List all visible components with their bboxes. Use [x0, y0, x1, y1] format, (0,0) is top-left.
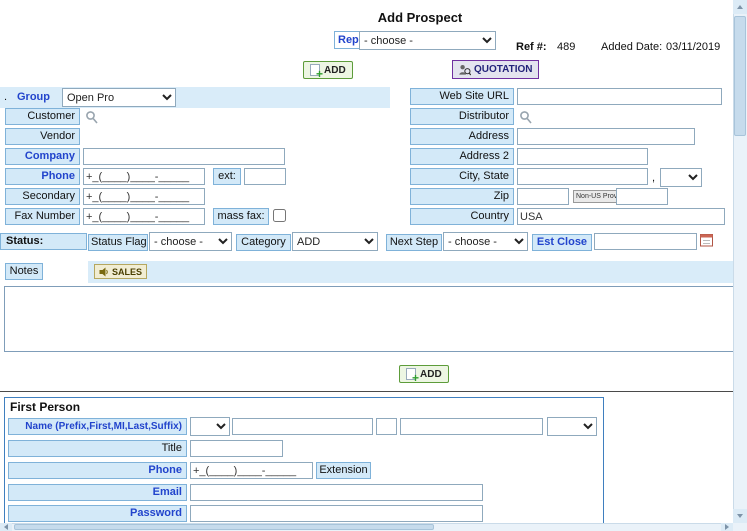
address-label: Address: [410, 128, 514, 145]
scroll-down-button[interactable]: [733, 509, 747, 523]
add-button-top-label: ADD: [324, 65, 346, 76]
extension-label: Extension: [316, 462, 371, 479]
customer-label: Customer: [5, 108, 80, 125]
group-prefix: .: [4, 91, 7, 103]
add-plus-icon: [310, 64, 320, 76]
person-title-label: Title: [8, 440, 187, 457]
ref-value: 489: [557, 41, 575, 53]
page-title: Add Prospect: [330, 10, 510, 25]
address2-input[interactable]: [517, 148, 648, 165]
fax-input[interactable]: [83, 208, 205, 225]
rep-select[interactable]: - choose -: [359, 31, 496, 50]
name-suffix-select[interactable]: [547, 417, 597, 436]
company-label: Company: [5, 148, 80, 165]
ref-label: Ref #:: [516, 41, 547, 53]
person-password-input[interactable]: [190, 505, 483, 522]
state-select[interactable]: [660, 168, 702, 187]
quotation-button-label: QUOTATION: [474, 64, 533, 75]
phone-label: Phone: [5, 168, 80, 185]
quotation-button[interactable]: QUOTATION: [452, 60, 539, 79]
mass-fax-label: mass fax:: [213, 208, 269, 225]
status-flag-label: Status Flag: [88, 234, 148, 251]
mass-fax-checkbox[interactable]: [273, 209, 286, 222]
vendor-label: Vendor: [5, 128, 80, 145]
next-step-label: Next Step: [386, 234, 442, 251]
person-title-input[interactable]: [190, 440, 283, 457]
zip-label: Zip: [410, 188, 514, 205]
section-divider: [0, 391, 747, 392]
country-label: Country: [410, 208, 514, 225]
address-input[interactable]: [517, 128, 695, 145]
add-button-middle-label: ADD: [420, 369, 442, 380]
notes-label: Notes: [5, 263, 43, 280]
scroll-right-button[interactable]: [721, 523, 733, 531]
person-email-label: Email: [8, 484, 187, 501]
city-input[interactable]: [517, 168, 648, 185]
added-date-label: Added Date:: [601, 41, 662, 53]
sales-button-label: SALES: [112, 267, 142, 277]
vertical-scrollbar-thumb[interactable]: [734, 16, 746, 136]
distributor-search-icon[interactable]: [519, 110, 532, 127]
scroll-left-icon: [4, 524, 8, 530]
person-password-label: Password: [8, 505, 187, 522]
non-us-prov-button[interactable]: Non-US Prov: [573, 190, 620, 203]
added-date-value: 03/11/2019: [666, 41, 720, 53]
scroll-left-button[interactable]: [0, 523, 12, 531]
website-url-input[interactable]: [517, 88, 722, 105]
est-close-label: Est Close: [532, 234, 592, 251]
scroll-down-icon: [737, 514, 743, 518]
person-email-input[interactable]: [190, 484, 483, 501]
speaker-icon: [99, 267, 109, 277]
group-select[interactable]: Open Pro: [62, 88, 176, 107]
first-name-input[interactable]: [232, 418, 373, 435]
middle-initial-input[interactable]: [376, 418, 397, 435]
province-input[interactable]: [616, 188, 668, 205]
add-button-top[interactable]: ADD: [303, 61, 353, 79]
distributor-label: Distributor: [410, 108, 514, 125]
ext-input[interactable]: [244, 168, 286, 185]
last-name-input[interactable]: [400, 418, 543, 435]
add-prospect-page: Add Prospect Rep - choose - Ref #: 489 A…: [0, 0, 747, 531]
status-label: Status:: [0, 233, 87, 250]
scrollbar-corner: [733, 523, 747, 531]
address2-label: Address 2: [410, 148, 514, 165]
notes-row-strip: [88, 261, 740, 283]
sales-button[interactable]: SALES: [94, 264, 147, 279]
quotation-icon: [458, 63, 471, 76]
ext-label: ext:: [213, 168, 241, 185]
secondary-input[interactable]: [83, 188, 205, 205]
next-step-select[interactable]: - choose -: [443, 232, 528, 251]
scroll-up-icon: [737, 5, 743, 9]
person-phone-label: Phone: [8, 462, 187, 479]
scroll-up-button[interactable]: [733, 0, 747, 14]
country-input[interactable]: [517, 208, 725, 225]
customer-search-icon[interactable]: [85, 110, 98, 127]
person-phone-input[interactable]: [190, 462, 313, 479]
fax-number-label: Fax Number: [5, 208, 80, 225]
secondary-label: Secondary: [5, 188, 80, 205]
calendar-icon[interactable]: [700, 233, 713, 250]
group-row-strip: [0, 87, 390, 108]
add-middle-plus-icon: [406, 368, 416, 380]
est-close-input[interactable]: [594, 233, 697, 250]
city-state-comma: ,: [652, 172, 655, 184]
website-url-label: Web Site URL: [410, 88, 514, 105]
phone-input[interactable]: [83, 168, 205, 185]
first-person-title: First Person: [10, 400, 80, 414]
notes-textarea[interactable]: [4, 286, 740, 352]
group-label: Group: [17, 91, 50, 103]
company-input[interactable]: [83, 148, 285, 165]
zip-input[interactable]: [517, 188, 569, 205]
horizontal-scrollbar-thumb[interactable]: [14, 524, 434, 530]
add-button-middle[interactable]: ADD: [399, 365, 449, 383]
category-label: Category: [236, 234, 291, 251]
name-prefix-select[interactable]: [190, 417, 230, 436]
person-name-label: Name (Prefix,First,MI,Last,Suffix): [8, 418, 187, 435]
scroll-right-icon: [725, 524, 729, 530]
category-select[interactable]: ADD: [292, 232, 378, 251]
city-state-label: City, State: [410, 168, 514, 185]
status-flag-select[interactable]: - choose -: [149, 232, 232, 251]
